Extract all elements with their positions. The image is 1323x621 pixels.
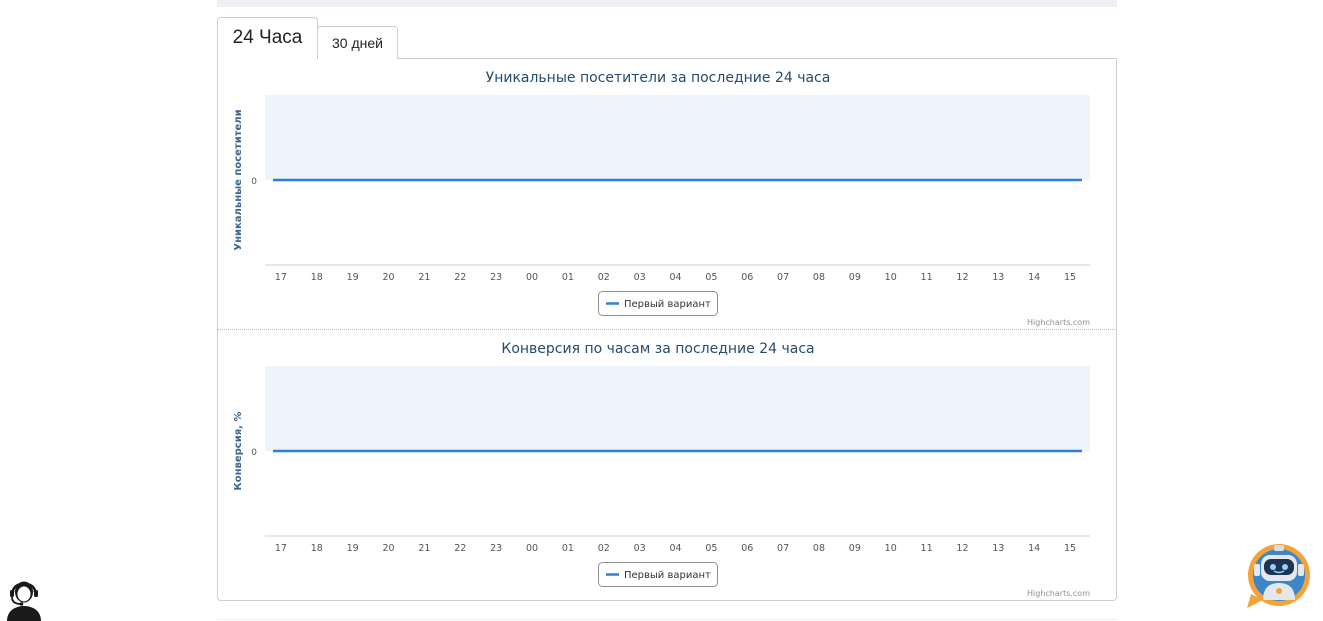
x-tick-label: 01 (562, 543, 574, 554)
x-tick-label: 03 (634, 272, 646, 283)
legend[interactable]: Первый вариант (598, 562, 718, 587)
support-agent-icon[interactable] (3, 575, 45, 621)
x-tick-label: 02 (598, 543, 610, 554)
x-tick-label: 10 (885, 272, 897, 283)
x-tick-label: 07 (777, 272, 789, 283)
x-tick-label: 04 (669, 272, 681, 283)
x-tick-label: 05 (705, 543, 717, 554)
x-tick-label: 20 (382, 272, 394, 283)
x-tick-label: 00 (526, 272, 538, 283)
x-tick-label: 14 (1028, 272, 1040, 283)
x-tick-label: 20 (382, 543, 394, 554)
y-axis-title: Уникальные посетители (233, 109, 244, 250)
x-tick-label: 06 (741, 272, 753, 283)
legend-item-label: Первый вариант (624, 570, 711, 581)
x-tick-label: 11 (921, 272, 933, 283)
x-tick-label: 18 (311, 272, 323, 283)
x-tick-label: 17 (275, 272, 287, 283)
x-tick-label: 03 (634, 543, 646, 554)
x-tick-label: 23 (490, 543, 502, 554)
x-tick-label: 15 (1064, 543, 1076, 554)
credits-link[interactable]: Highcharts.com (1027, 589, 1090, 598)
x-tick-label: 11 (921, 543, 933, 554)
x-tick-label: 23 (490, 272, 502, 283)
x-tick-label: 06 (741, 543, 753, 554)
y-tick-label: 0 (251, 448, 257, 458)
chart-title: Уникальные посетители за последние 24 ча… (486, 70, 831, 86)
x-tick-label: 00 (526, 543, 538, 554)
x-tick-label: 21 (418, 543, 430, 554)
x-tick-label: 18 (311, 543, 323, 554)
visitors-chart: Уникальные посетители за последние 24 ча… (233, 70, 1090, 327)
plot-band (265, 95, 1090, 180)
x-tick-label: 08 (813, 272, 825, 283)
x-tick-label: 13 (992, 272, 1004, 283)
x-tick-label: 02 (598, 272, 610, 283)
tab-30-days[interactable]: 30 дней (317, 26, 398, 59)
chart-title: Конверсия по часам за последние 24 часа (501, 341, 814, 357)
tab-24-hours[interactable]: 24 Часа (217, 17, 318, 59)
bottom-divider (217, 619, 1117, 620)
x-tick-label: 19 (347, 272, 359, 283)
x-tick-label: 01 (562, 272, 574, 283)
x-tick-label: 17 (275, 543, 287, 554)
credits-link[interactable]: Highcharts.com (1027, 318, 1090, 327)
x-tick-label: 15 (1064, 272, 1076, 283)
legend[interactable]: Первый вариант (598, 291, 718, 316)
x-tick-label: 22 (454, 543, 466, 554)
plot-band (265, 366, 1090, 451)
chat-bot-icon[interactable] (1243, 542, 1313, 612)
y-axis-title: Конверсия, % (233, 412, 244, 491)
x-tick-label: 07 (777, 543, 789, 554)
x-tick-label: 09 (849, 543, 861, 554)
top-strip (217, 0, 1117, 7)
x-tick-label: 22 (454, 272, 466, 283)
x-tick-label: 13 (992, 543, 1004, 554)
x-tick-label: 14 (1028, 543, 1040, 554)
x-tick-label: 12 (956, 272, 968, 283)
x-tick-label: 12 (956, 543, 968, 554)
x-tick-label: 21 (418, 272, 430, 283)
conversion-chart: Конверсия по часам за последние 24 часа К… (233, 341, 1090, 598)
x-tick-label: 19 (347, 543, 359, 554)
x-tick-label: 04 (669, 543, 681, 554)
legend-item-label: Первый вариант (624, 299, 711, 310)
x-tick-label: 08 (813, 543, 825, 554)
y-tick-label: 0 (251, 177, 257, 187)
x-tick-label: 05 (705, 272, 717, 283)
x-tick-label: 09 (849, 272, 861, 283)
x-tick-label: 10 (885, 543, 897, 554)
